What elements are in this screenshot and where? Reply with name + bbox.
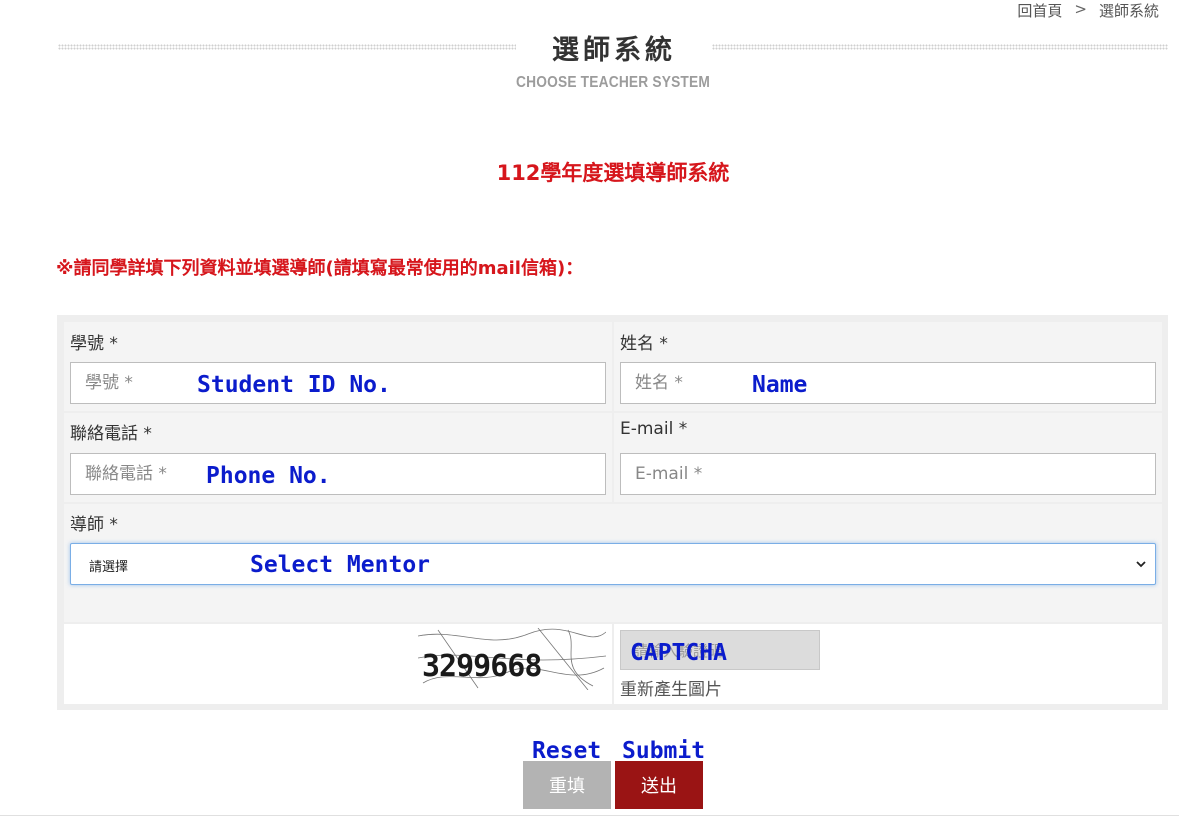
captcha-image: 3299668 xyxy=(418,628,606,690)
reset-button[interactable]: 重填 xyxy=(523,761,611,809)
regenerate-captcha-link[interactable]: 重新產生圖片 xyxy=(620,675,722,700)
mentor-label: 導師 * xyxy=(70,515,118,535)
student-id-input[interactable] xyxy=(70,362,606,404)
breadcrumb-separator: > xyxy=(1074,0,1087,18)
instruction-text: ※請同學詳填下列資料並填選導師(請填寫最常使用的mail信箱)： xyxy=(56,258,584,279)
mentor-select[interactable]: 請選擇 xyxy=(70,543,1156,585)
phone-label: 聯絡電話 * xyxy=(70,424,152,444)
email-label: E-mail * xyxy=(620,419,688,439)
submit-button[interactable]: 送出 xyxy=(615,761,703,809)
student-id-label: 學號 * xyxy=(70,334,118,354)
mentor-select-value: 請選擇 xyxy=(89,560,129,575)
header-divider-left xyxy=(58,44,516,50)
name-input[interactable] xyxy=(620,362,1156,404)
breadcrumb: 回首頁 > 選師系統 xyxy=(1017,0,1159,22)
captcha-input[interactable]: 請輸入驗證碼 xyxy=(620,630,820,670)
breadcrumb-current: 選師系統 xyxy=(1098,2,1159,20)
breadcrumb-home-link[interactable]: 回首頁 xyxy=(1017,0,1062,22)
chevron-down-icon xyxy=(1136,561,1146,568)
name-label: 姓名 * xyxy=(620,334,668,354)
footer-divider xyxy=(0,815,1179,816)
captcha-code: 3299668 xyxy=(422,649,541,684)
page-title: 選師系統 xyxy=(552,35,676,66)
header-divider-right xyxy=(712,44,1168,50)
page-subtitle: CHOOSE TEACHER SYSTEM xyxy=(516,74,710,91)
phone-input[interactable] xyxy=(70,453,606,495)
email-input[interactable] xyxy=(620,453,1156,495)
system-title: 112學年度選填導師系統 xyxy=(496,161,730,185)
captcha-placeholder: 請輸入驗證碼 xyxy=(633,642,724,660)
